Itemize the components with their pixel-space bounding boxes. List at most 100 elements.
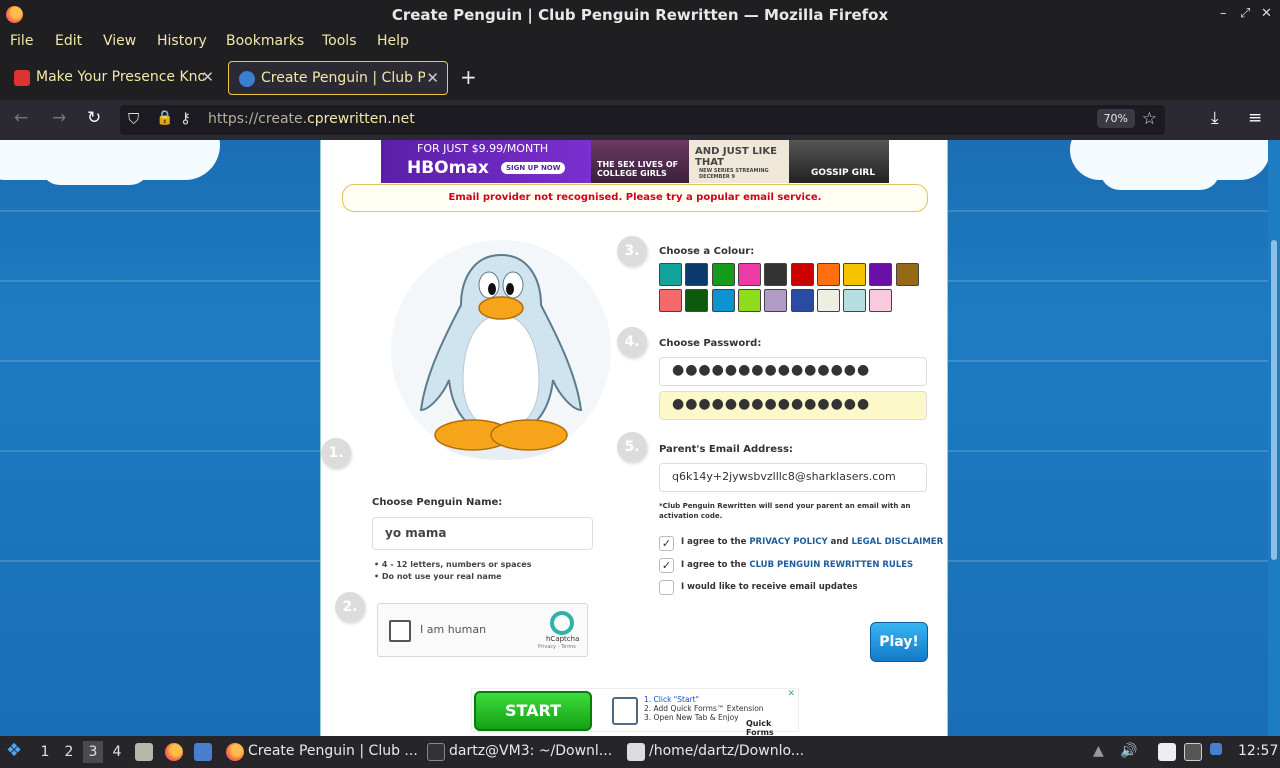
notification-icon[interactable] bbox=[1210, 743, 1222, 755]
colour-swatch[interactable] bbox=[764, 289, 788, 312]
name-hint-2: • Do not use your real name bbox=[374, 572, 502, 581]
ad-brand-quick-forms: Quick Forms bbox=[746, 719, 774, 736]
colour-swatch[interactable] bbox=[816, 289, 840, 312]
hbo-max-ad-banner[interactable]: FOR JUST $9.99/MONTH HBOmax SIGN UP NOW … bbox=[381, 140, 889, 183]
url-bar[interactable]: ⛉ 🔒 ⚷ https://create.cprewritten.net 70%… bbox=[120, 105, 1165, 135]
colour-swatch[interactable] bbox=[685, 289, 709, 312]
colour-swatch[interactable] bbox=[869, 289, 893, 312]
colour-swatch[interactable] bbox=[711, 289, 735, 312]
ad-close-icon[interactable]: ✕ bbox=[787, 689, 795, 699]
url-text[interactable]: https://create.cprewritten.net bbox=[208, 111, 415, 127]
hamburger-menu-icon[interactable]: ≡ bbox=[1248, 108, 1262, 128]
colour-swatch[interactable] bbox=[895, 263, 919, 286]
web-page: FOR JUST $9.99/MONTH HBOmax SIGN UP NOW … bbox=[0, 140, 1280, 736]
close-tab-icon[interactable]: ✕ bbox=[426, 69, 439, 87]
close-window-button[interactable]: ✕ bbox=[1261, 6, 1272, 21]
colour-swatch[interactable] bbox=[659, 289, 682, 312]
colour-swatch[interactable] bbox=[764, 263, 788, 286]
colour-swatch[interactable] bbox=[816, 263, 840, 286]
captcha-checkbox[interactable] bbox=[389, 620, 411, 642]
scrollbar-thumb[interactable] bbox=[1271, 240, 1277, 560]
lock-icon[interactable]: 🔒 bbox=[156, 110, 173, 126]
forward-arrow-icon[interactable]: → bbox=[52, 108, 66, 128]
key-icon[interactable]: ⚷ bbox=[180, 109, 191, 127]
taskbar-window-terminal[interactable]: dartz@VM3: ~/Downl... bbox=[449, 743, 612, 759]
shield-icon[interactable]: ⛉ bbox=[128, 110, 139, 128]
tab-make-your-presence[interactable]: Make Your Presence Known ✕ bbox=[4, 61, 222, 95]
zoom-indicator[interactable]: 70% bbox=[1096, 109, 1135, 128]
new-tab-plus-icon[interactable]: + bbox=[460, 65, 477, 89]
tab-bar: Make Your Presence Known ✕ Create Pengui… bbox=[0, 57, 1280, 100]
quick-forms-ad[interactable]: START 1. Click "Start" 2. Add Quick Form… bbox=[471, 688, 799, 736]
email-updates-checkbox[interactable] bbox=[659, 580, 674, 595]
menu-history[interactable]: History bbox=[157, 33, 207, 49]
legal-disclaimer-link[interactable]: LEGAL DISCLAIMER bbox=[851, 537, 943, 547]
desktop-icon[interactable] bbox=[194, 743, 212, 761]
colour-swatch[interactable] bbox=[790, 263, 814, 286]
workspace-2[interactable]: 2 bbox=[59, 741, 79, 763]
tray-up-arrow-icon[interactable]: ▲ bbox=[1093, 743, 1104, 759]
colour-swatch[interactable] bbox=[843, 263, 867, 286]
workspace-4[interactable]: 4 bbox=[107, 741, 127, 763]
maximize-button[interactable]: ⤢ bbox=[1240, 6, 1250, 21]
hcaptcha-logo-icon bbox=[550, 611, 574, 635]
password-input[interactable]: ●●●●●●●●●●●●●●● bbox=[659, 357, 927, 386]
password-label: Choose Password: bbox=[659, 338, 762, 349]
workspace-3[interactable]: 3 bbox=[83, 741, 103, 763]
agree-rules-checkbox[interactable]: ✓ bbox=[659, 558, 674, 573]
ad-panel-2-sub: NEW SERIES STREAMING DECEMBER 9 bbox=[699, 168, 769, 180]
bookmark-star-icon[interactable]: ☆ bbox=[1142, 109, 1157, 129]
rules-link[interactable]: CLUB PENGUIN REWRITTEN RULES bbox=[749, 560, 913, 570]
reload-icon[interactable]: ↻ bbox=[87, 108, 101, 128]
workspace-1[interactable]: 1 bbox=[35, 741, 55, 763]
agree-privacy-checkbox[interactable]: ✓ bbox=[659, 536, 674, 551]
captcha-links[interactable]: Privacy - Terms bbox=[538, 644, 576, 650]
terminal-icon bbox=[427, 743, 445, 761]
privacy-policy-link[interactable]: PRIVACY POLICY bbox=[749, 537, 827, 547]
colour-swatch[interactable] bbox=[737, 289, 761, 312]
taskbar-window-firefox[interactable]: Create Penguin | Club ... bbox=[248, 743, 418, 759]
penguin-name-label: Choose Penguin Name: bbox=[372, 497, 503, 508]
menu-view[interactable]: View bbox=[103, 33, 136, 49]
colour-swatch[interactable] bbox=[711, 263, 735, 286]
menu-bookmarks[interactable]: Bookmarks bbox=[226, 33, 304, 49]
captcha-brand: hCaptcha bbox=[546, 635, 580, 643]
start-menu-icon[interactable]: ❖ bbox=[6, 740, 22, 761]
name-hint-1: • 4 - 12 letters, numbers or spaces bbox=[374, 560, 532, 569]
downloads-icon[interactable]: ⤓ bbox=[1211, 108, 1219, 128]
page-scrollbar[interactable] bbox=[1268, 140, 1280, 736]
file-manager-icon[interactable] bbox=[135, 743, 153, 761]
minimize-button[interactable]: – bbox=[1220, 6, 1227, 21]
colour-swatch[interactable] bbox=[790, 289, 814, 312]
volume-icon[interactable]: 🔊 bbox=[1120, 743, 1137, 759]
ad-signup-button[interactable]: SIGN UP NOW bbox=[501, 162, 566, 174]
penguin-name-input[interactable]: yo mama bbox=[372, 517, 593, 550]
colour-swatch[interactable] bbox=[737, 263, 761, 286]
clock: 12:57 bbox=[1238, 743, 1279, 759]
firefox-launcher-icon[interactable] bbox=[165, 743, 183, 761]
colour-swatch[interactable] bbox=[685, 263, 709, 286]
clipboard-icon[interactable] bbox=[1158, 743, 1176, 761]
colour-swatch[interactable] bbox=[869, 263, 893, 286]
menu-edit[interactable]: Edit bbox=[55, 33, 82, 49]
ad-start-button[interactable]: START bbox=[474, 691, 592, 731]
parent-email-input[interactable]: q6k14y+2jywsbvzlllc8@sharklasers.com bbox=[659, 463, 927, 492]
password-confirm-input[interactable]: ●●●●●●●●●●●●●●● bbox=[659, 391, 927, 420]
tab-label: Make Your Presence Known bbox=[36, 69, 204, 85]
activation-note: *Club Penguin Rewritten will send your p… bbox=[659, 502, 911, 520]
menu-tools[interactable]: Tools bbox=[322, 33, 357, 49]
colour-swatch[interactable] bbox=[843, 289, 867, 312]
create-penguin-panel: FOR JUST $9.99/MONTH HBOmax SIGN UP NOW … bbox=[320, 140, 948, 736]
tab-label: Create Penguin | Club Penguin Rewritten bbox=[261, 70, 425, 86]
tab-create-penguin[interactable]: Create Penguin | Club Penguin Rewritten … bbox=[228, 61, 448, 95]
penguin-preview bbox=[391, 240, 611, 460]
taskbar-window-editor[interactable]: /home/dartz/Downlo... bbox=[649, 743, 804, 759]
menu-help[interactable]: Help bbox=[377, 33, 409, 49]
network-icon[interactable] bbox=[1184, 743, 1202, 761]
play-button[interactable]: Play! bbox=[870, 622, 928, 662]
colour-swatch[interactable] bbox=[659, 263, 682, 286]
menu-file[interactable]: File bbox=[10, 33, 33, 49]
ad-panel-2-title: AND JUST LIKE THAT bbox=[695, 146, 777, 168]
back-arrow-icon[interactable]: ← bbox=[14, 108, 28, 128]
close-tab-icon[interactable]: ✕ bbox=[201, 68, 214, 86]
